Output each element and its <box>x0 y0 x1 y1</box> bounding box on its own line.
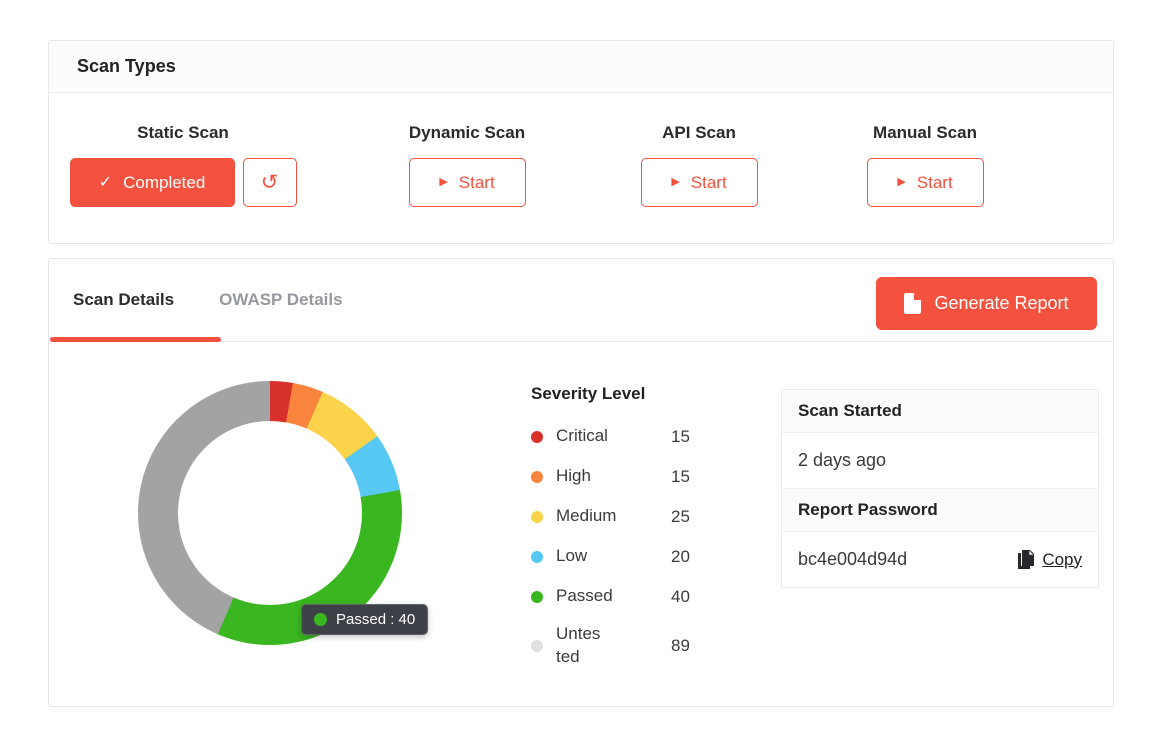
legend-dot <box>531 551 543 563</box>
scan-details-card: Scan Details OWASP Details Generate Repo… <box>48 258 1114 707</box>
copy-icon <box>1018 550 1034 569</box>
legend-value: 15 <box>671 467 690 487</box>
generate-report-button[interactable]: Generate Report <box>876 277 1097 330</box>
completed-label: Completed <box>123 173 205 193</box>
legend-item-low[interactable]: Low 20 <box>531 543 731 570</box>
legend-value: 15 <box>671 427 690 447</box>
report-password-header: Report Password <box>782 489 1098 532</box>
scan-info-panel: Scan Started 2 days ago Report Password … <box>781 389 1099 588</box>
play-icon: ▶ <box>439 177 447 188</box>
manual-scan-title: Manual Scan <box>845 123 1005 143</box>
tab-scan-details-label: Scan Details <box>73 290 174 309</box>
legend-item-medium[interactable]: Medium 25 <box>531 503 731 530</box>
refresh-icon: ↺ <box>261 170 279 195</box>
legend-dot <box>531 431 543 443</box>
dynamic-scan-buttons: ▶ Start <box>387 158 547 207</box>
legend-dot <box>531 591 543 603</box>
api-scan-start-button[interactable]: ▶ Start <box>641 158 758 207</box>
legend-item-critical[interactable]: Critical 15 <box>531 423 731 450</box>
scan-started-value: 2 days ago <box>782 433 1098 489</box>
legend-dot <box>531 640 543 652</box>
chart-tooltip: Passed : 40 <box>301 604 428 635</box>
scan-started-header: Scan Started <box>782 390 1098 433</box>
scan-details-content: Passed : 40 Severity Level Critical15Hig… <box>49 343 1113 706</box>
legend-value: 25 <box>671 507 690 527</box>
tab-scan-details[interactable]: Scan Details <box>73 290 174 310</box>
dynamic-scan-title: Dynamic Scan <box>387 123 547 143</box>
manual-scan-start-button[interactable]: ▶ Start <box>867 158 984 207</box>
scan-type-manual: Manual Scan ▶ Start <box>845 93 1005 207</box>
report-password-row: bc4e004d94d Copy <box>782 532 1098 587</box>
static-scan-buttons: ✓ Completed ↺ <box>63 158 303 207</box>
severity-legend: Severity Level Critical 15 High 15 Medium 25 L… <box>531 384 731 682</box>
static-scan-title: Static Scan <box>63 123 303 143</box>
generate-report-label: Generate Report <box>934 293 1068 314</box>
legend-label: Critical <box>556 425 656 448</box>
legend-value: 20 <box>671 547 690 567</box>
manual-scan-buttons: ▶ Start <box>845 158 1005 207</box>
api-scan-title: API Scan <box>619 123 779 143</box>
scan-type-static: Static Scan ✓ Completed ↺ <box>63 93 303 207</box>
legend-items: Critical 15 High 15 Medium 25 Low 20 Passed 40 Unt… <box>531 423 731 669</box>
legend-label: Passed <box>556 585 656 608</box>
legend-value: 40 <box>671 587 690 607</box>
tab-owasp-details[interactable]: OWASP Details <box>219 290 342 310</box>
active-tab-underline <box>50 337 221 342</box>
legend-value: 89 <box>671 636 690 656</box>
legend-item-high[interactable]: High 15 <box>531 463 731 490</box>
play-icon: ▶ <box>671 177 679 188</box>
security-dashboard-page: Scan Types Static Scan ✓ Completed ↺ Dyn… <box>0 0 1162 748</box>
tab-owasp-details-label: OWASP Details <box>219 290 342 309</box>
static-scan-completed-button[interactable]: ✓ Completed <box>70 158 235 207</box>
scan-types-header: Scan Types <box>49 41 1113 93</box>
legend-item-untested[interactable]: Untested 89 <box>531 623 731 669</box>
play-icon: ▶ <box>897 177 905 188</box>
scan-type-dynamic: Dynamic Scan ▶ Start <box>387 93 547 207</box>
start-label: Start <box>459 173 495 193</box>
tooltip-marker <box>314 613 327 626</box>
legend-label: Untested <box>556 623 656 669</box>
legend-label: Low <box>556 545 656 568</box>
dynamic-scan-start-button[interactable]: ▶ Start <box>409 158 526 207</box>
legend-label: Medium <box>556 505 656 528</box>
scan-types-body: Static Scan ✓ Completed ↺ Dynamic Scan ▶ <box>49 93 1113 243</box>
legend-label: High <box>556 465 656 488</box>
start-label: Start <box>691 173 727 193</box>
copy-label: Copy <box>1042 550 1082 570</box>
legend-dot <box>531 471 543 483</box>
static-scan-rescan-button[interactable]: ↺ <box>243 158 297 207</box>
legend-dot <box>531 511 543 523</box>
tab-bar: Scan Details OWASP Details Generate Repo… <box>49 259 1113 342</box>
file-icon <box>904 293 921 314</box>
donut-hole <box>178 421 362 605</box>
report-password-value: bc4e004d94d <box>798 549 907 570</box>
legend-item-passed[interactable]: Passed 40 <box>531 583 731 610</box>
legend-title: Severity Level <box>531 384 731 404</box>
start-label: Start <box>917 173 953 193</box>
check-icon: ✓ <box>99 175 112 191</box>
copy-password-button[interactable]: Copy <box>1018 550 1082 570</box>
scan-types-title: Scan Types <box>77 56 176 77</box>
tooltip-text: Passed : 40 <box>336 611 415 628</box>
api-scan-buttons: ▶ Start <box>619 158 779 207</box>
scan-type-api: API Scan ▶ Start <box>619 93 779 207</box>
scan-types-card: Scan Types Static Scan ✓ Completed ↺ Dyn… <box>48 40 1114 244</box>
